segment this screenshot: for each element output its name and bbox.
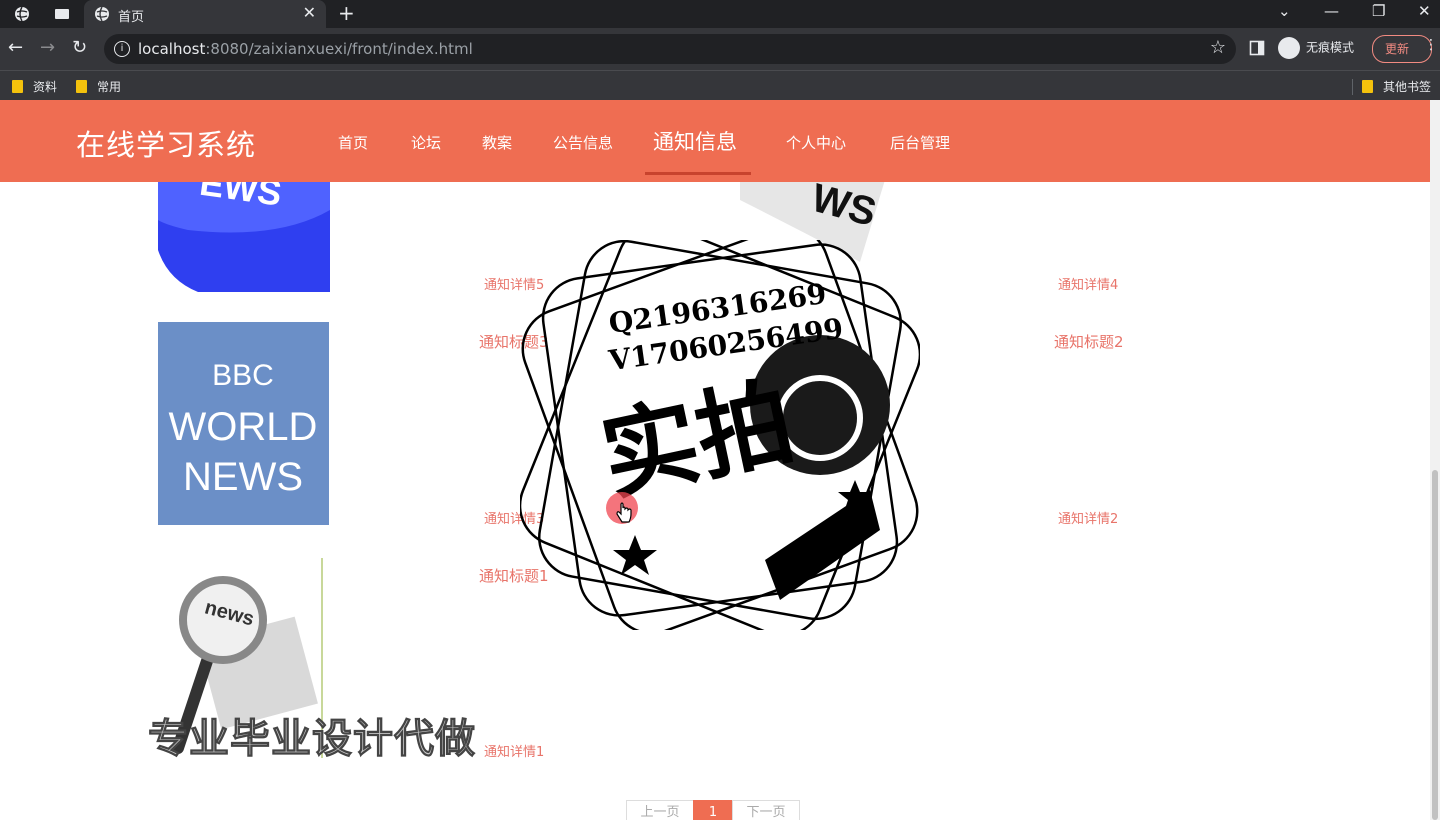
more-menu-icon[interactable]: ⋮: [1424, 37, 1438, 53]
notice-detail-link[interactable]: 通知详情1: [484, 741, 544, 760]
nav-notices[interactable]: 通知信息: [653, 126, 737, 156]
restore-icon[interactable]: ❐: [1372, 2, 1385, 20]
info-icon[interactable]: i: [114, 41, 130, 57]
close-icon[interactable]: ✕: [303, 3, 316, 22]
site-title: 在线学习系统: [76, 128, 257, 162]
nav-admin[interactable]: 后台管理: [890, 132, 950, 153]
folder-icon: [12, 80, 23, 93]
hand-cursor-icon: [616, 502, 632, 523]
new-tab-icon[interactable]: +: [338, 1, 355, 25]
bookmark-folder[interactable]: 常用: [76, 78, 121, 95]
scrollbar-thumb[interactable]: [1432, 470, 1438, 820]
notice-thumbnail[interactable]: EWS: [158, 170, 330, 292]
tab-title: 首页: [118, 10, 145, 25]
bookmark-folder[interactable]: 资料: [12, 78, 57, 95]
notice-detail-link[interactable]: 通知详情4: [1058, 274, 1118, 293]
notice-detail-link[interactable]: 通知详情2: [1058, 508, 1118, 527]
notice-thumbnail[interactable]: BBC WORLD NEWS: [158, 322, 329, 525]
bookmark-star-icon[interactable]: ☆: [1210, 37, 1226, 58]
reload-icon[interactable]: ↻: [72, 37, 87, 58]
update-button[interactable]: 更新: [1372, 35, 1432, 63]
other-bookmarks[interactable]: 其他书签: [1362, 78, 1431, 95]
nav-forum[interactable]: 论坛: [411, 132, 441, 153]
folder-icon: [76, 80, 87, 93]
site-header: 在线学习系统 首页 论坛 教案 公告信息 通知信息 个人中心 后台管理: [0, 100, 1430, 182]
forward-icon[interactable]: →: [40, 37, 55, 58]
browser-tab-bar: 首页 ✕ + ⌄ — ❐ ✕: [0, 0, 1440, 28]
browser-tab-home[interactable]: 首页 ✕: [84, 0, 326, 28]
svg-text:NEWS: NEWS: [183, 455, 303, 499]
chevron-down-icon[interactable]: ⌄: [1278, 2, 1291, 20]
tab-overview-icon[interactable]: [54, 6, 70, 22]
nav-personal-center[interactable]: 个人中心: [786, 132, 846, 153]
svg-text:BBC: BBC: [212, 359, 274, 392]
nav-home[interactable]: 首页: [338, 132, 368, 153]
next-page-button[interactable]: 下一页: [732, 800, 800, 820]
incognito-indicator[interactable]: 无痕模式: [1278, 37, 1354, 59]
globe-icon: [95, 6, 109, 22]
url-text: localhost:8080/zaixianxuexi/front/index.…: [138, 40, 473, 58]
active-nav-indicator: [645, 172, 751, 175]
svg-text:WORLD: WORLD: [169, 405, 318, 449]
notice-title-link[interactable]: 通知标题2: [1054, 331, 1124, 352]
watermark-bottom-text: 专业毕业设计代做: [148, 716, 476, 763]
incognito-icon: [1278, 37, 1300, 59]
nav-announcements[interactable]: 公告信息: [553, 132, 613, 153]
nav-lesson-plans[interactable]: 教案: [482, 132, 512, 153]
page-viewport: 在线学习系统 首页 论坛 教案 公告信息 通知信息 个人中心 后台管理 EWS …: [0, 100, 1430, 820]
prev-page-button[interactable]: 上一页: [626, 800, 694, 820]
window-close-icon[interactable]: ✕: [1418, 2, 1431, 20]
sidepanel-icon[interactable]: [1249, 40, 1265, 56]
page-1-button[interactable]: 1: [693, 800, 733, 820]
globe-icon[interactable]: [14, 6, 30, 22]
back-icon[interactable]: ←: [8, 37, 23, 58]
browser-toolbar: ← → ↻ i localhost:8080/zaixianxuexi/fron…: [0, 28, 1440, 70]
folder-icon: [1362, 80, 1373, 93]
address-bar[interactable]: i localhost:8080/zaixianxuexi/front/inde…: [104, 34, 1236, 64]
bookmarks-bar: 资料 常用 其他书签: [0, 70, 1440, 101]
minimize-icon[interactable]: —: [1324, 2, 1339, 20]
